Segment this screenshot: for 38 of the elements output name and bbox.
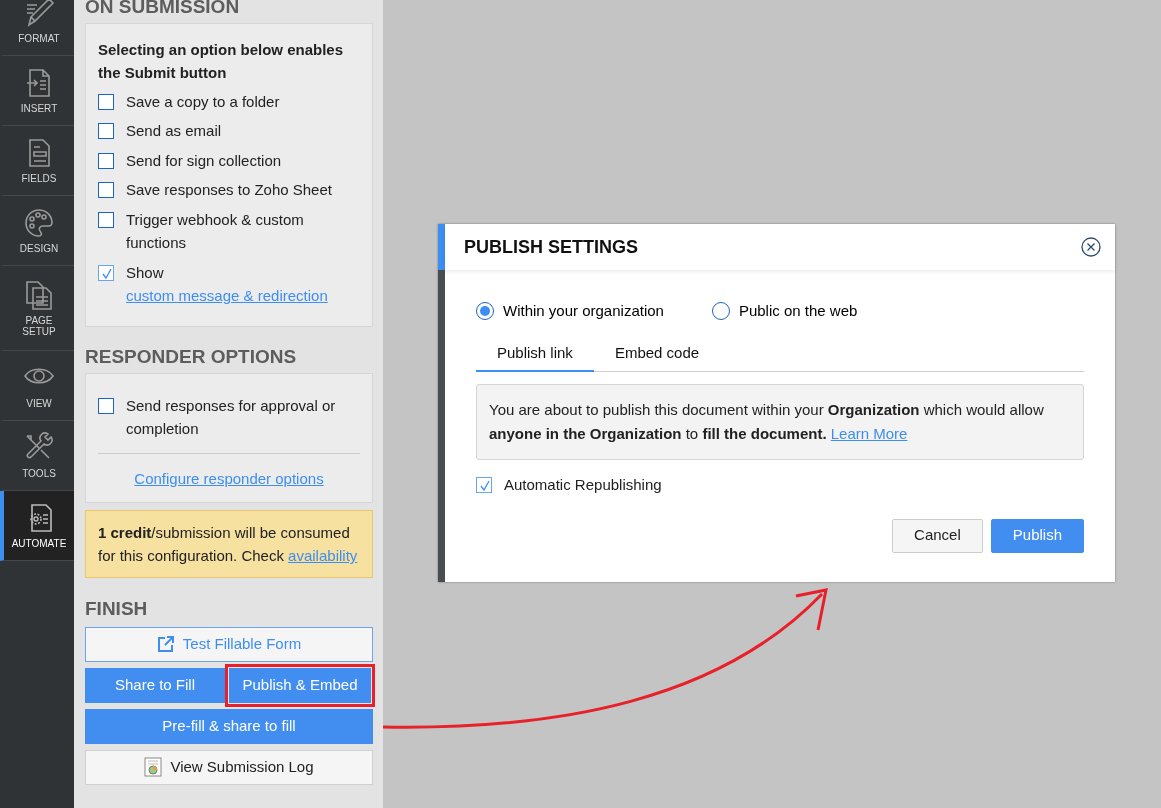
radio-button[interactable]	[476, 302, 494, 321]
option-label: Save a copy to a folder	[126, 91, 280, 112]
intro-text: Selecting an option below enables the Submit button	[98, 39, 345, 83]
external-link-icon	[156, 635, 175, 654]
option-label: Send as email	[126, 121, 222, 142]
info-text: You are about to publish this document within your Organization which would allow anyone in the Organization to fill the document. Learn More	[489, 400, 1045, 444]
section-heading: RESPONDER OPTIONS	[85, 345, 298, 369]
tab[interactable]: Embed code	[593, 334, 721, 372]
checkbox[interactable]	[98, 182, 114, 199]
finish-button[interactable]: View Submission Log	[85, 749, 373, 785]
sidebar-item[interactable]: AUTOMATE	[0, 491, 74, 561]
close-button[interactable]	[1081, 237, 1101, 257]
dialog-button[interactable]: Cancel	[892, 518, 983, 553]
checkbox[interactable]	[476, 477, 492, 493]
radio-option[interactable]: Public on the web	[711, 300, 858, 323]
option-label: Save responses to Zoho Sheet	[126, 180, 332, 201]
checkbox[interactable]	[98, 211, 114, 228]
checkbox-label: Automatic Republishing	[504, 475, 662, 495]
dialog-title: PUBLISH SETTINGS	[464, 235, 638, 259]
tab[interactable]: Publish link	[476, 334, 594, 372]
section-heading: ON SUBMISSION	[85, 0, 241, 19]
radio-button[interactable]	[711, 302, 730, 321]
checkbox[interactable]	[98, 152, 114, 169]
checkbox[interactable]	[98, 264, 114, 281]
document-chart-icon	[144, 757, 163, 778]
checkbox[interactable]	[98, 397, 114, 414]
checkbox[interactable]	[98, 93, 114, 110]
option-label: Trigger webhook & custom functions	[126, 209, 305, 254]
section-heading: FINISH	[85, 598, 149, 621]
palette-icon	[23, 206, 55, 239]
radio-option[interactable]: Within your organization	[476, 300, 664, 323]
option-label: Send for sign collection	[126, 150, 282, 171]
notice-text: 1 credit/submission will be consumed for this configuration. Check availability	[98, 523, 359, 567]
option-label: Send responses for approval or completion	[126, 395, 337, 440]
option-label: Show custom message & redirection	[126, 262, 329, 307]
checkbox[interactable]	[98, 123, 114, 140]
accent-bar	[438, 224, 445, 270]
pages-icon	[23, 278, 55, 311]
